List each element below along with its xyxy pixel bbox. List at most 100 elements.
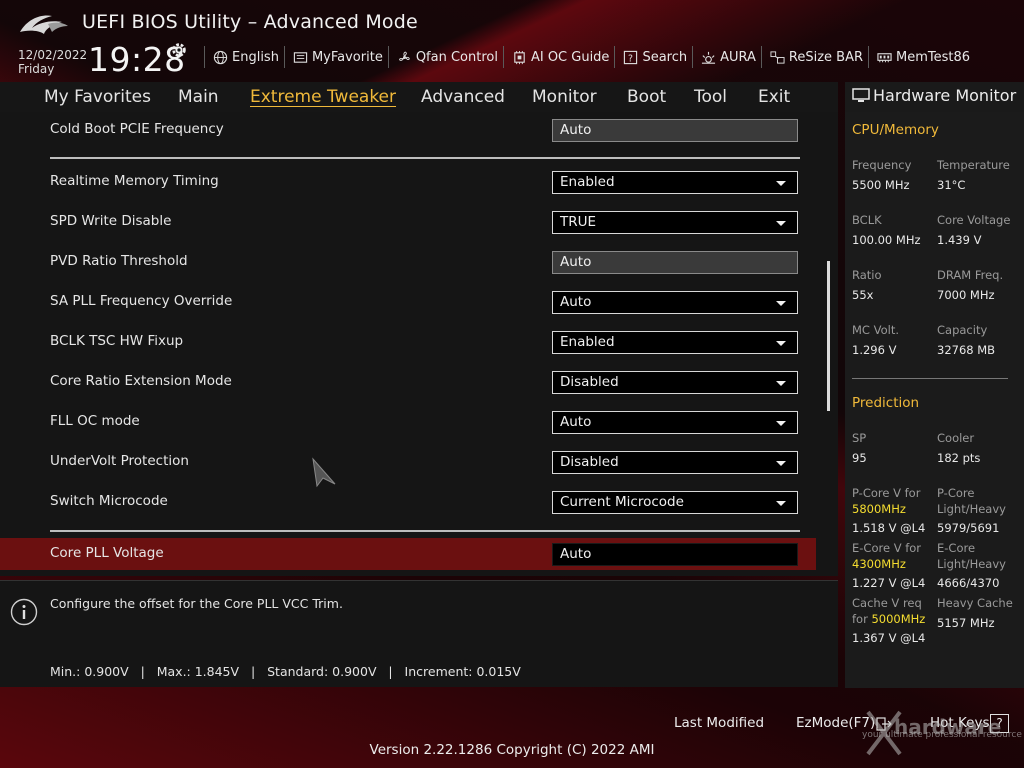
setting-dropdown[interactable]: Disabled (552, 451, 798, 474)
date-display: 12/02/2022 Friday (18, 48, 87, 76)
settings-panel: Cold Boot PCIE Frequency Auto Realtime M… (0, 112, 838, 576)
section-divider (50, 530, 800, 532)
footer: Last Modified EzMode(F7) Hot Keys ? hard… (0, 690, 1024, 768)
aura-light-icon (702, 51, 716, 64)
tab-advanced[interactable]: Advanced (421, 84, 505, 107)
globe-icon (213, 50, 228, 64)
hardware-monitor-panel: CPU/Memory Frequency 5500 MHz Temperature… (845, 112, 1024, 688)
hw-freq-highlight: 5000MHz (871, 611, 926, 626)
tab-extreme-tweaker[interactable]: Extreme Tweaker (250, 84, 396, 107)
tool-search-label: Search (642, 49, 688, 65)
setting-label: SPD Write Disable (50, 213, 172, 229)
setting-dropdown[interactable]: Disabled (552, 371, 798, 394)
setting-row-cold-boot-pcie-frequency[interactable]: Cold Boot PCIE Frequency Auto (0, 114, 816, 146)
date-text: 12/02/2022 (18, 48, 88, 62)
fan-icon (398, 51, 410, 61)
hw-core-voltage: Core Voltage 1.439 V (937, 213, 1010, 248)
prediction-title: Prediction (852, 395, 920, 411)
tool-aura[interactable]: AURA (692, 46, 761, 68)
setting-label: BCLK TSC HW Fixup (50, 333, 184, 349)
tool-resize-bar[interactable]: ReSize BAR (760, 46, 868, 68)
setting-row-fll-oc-mode[interactable]: FLL OC mode Auto (0, 406, 816, 438)
hw-value: 1.227 V @L4 (852, 576, 926, 590)
tool-memtest86-label: MemTest86 (896, 49, 971, 65)
hw-frequency: Frequency 5500 MHz (852, 158, 911, 193)
setting-input[interactable]: Auto (552, 543, 798, 566)
toolbar: English MyFavorite Qfan Control AI OC Gu… (204, 46, 975, 68)
hw-label: Capacity (937, 323, 988, 337)
day-text: Friday (18, 62, 55, 76)
setting-row-spd-write-disable[interactable]: SPD Write Disable TRUE (0, 206, 816, 238)
tool-qfan[interactable]: Qfan Control (387, 46, 503, 68)
watermark-text: your ultimate professional resource (862, 730, 1022, 740)
hw-ratio: Ratio 55x (852, 268, 882, 303)
tool-english[interactable]: English (204, 46, 284, 68)
setting-value-static: Auto (552, 119, 798, 142)
dropdown-caret-icon (776, 421, 786, 426)
setting-row-core-ratio-extension-mode[interactable]: Core Ratio Extension Mode Disabled (0, 366, 816, 398)
setting-dropdown[interactable]: Enabled (552, 331, 798, 354)
setting-dropdown[interactable]: Auto (552, 291, 798, 314)
hw-label: Temperature (937, 158, 1010, 172)
hw-pcore-v: P-Core V for 5800MHz 1.518 V @L4 (852, 486, 925, 537)
hw-ecore-light-heavy: E-Core Light/Heavy 4666/4370 (937, 541, 1006, 592)
tab-exit[interactable]: Exit (758, 84, 790, 107)
hw-value: 31°C (937, 177, 966, 192)
hw-value: 32768 MB (937, 342, 996, 357)
setting-row-undervolt-protection[interactable]: UnderVolt Protection Disabled (0, 446, 816, 478)
tab-my-favorites[interactable]: My Favorites (44, 84, 151, 107)
hw-label: DRAM Freq. (937, 268, 1004, 282)
setting-value-text: Disabled (560, 454, 619, 470)
setting-row-realtime-memory-timing[interactable]: Realtime Memory Timing Enabled (0, 166, 816, 198)
setting-value-text: Current Microcode (560, 494, 684, 510)
tab-monitor[interactable]: Monitor (532, 84, 597, 107)
dropdown-caret-icon (776, 501, 786, 506)
hw-bclk: BCLK 100.00 MHz (852, 213, 921, 248)
tool-myfavorite[interactable]: MyFavorite (283, 46, 388, 68)
hw-label: E-Core (937, 541, 976, 555)
search-help-icon: ? (624, 50, 638, 64)
setting-label: Realtime Memory Timing (50, 173, 219, 189)
tab-main[interactable]: Main (178, 84, 219, 107)
svg-text:?: ? (628, 53, 633, 64)
hw-capacity: Capacity 32768 MB (937, 323, 995, 358)
tab-boot[interactable]: Boot (627, 84, 666, 107)
scrollbar[interactable] (827, 261, 830, 411)
dropdown-caret-icon (776, 341, 786, 346)
setting-value-text: TRUE (560, 214, 597, 230)
setting-row-sa-pll-frequency-override[interactable]: SA PLL Frequency Override Auto (0, 286, 816, 318)
setting-dropdown[interactable]: Auto (552, 411, 798, 434)
hw-mc-volt: MC Volt. 1.296 V (852, 323, 899, 358)
tool-english-label: English (232, 49, 279, 65)
rog-logo-icon (20, 15, 68, 34)
last-modified-button[interactable]: Last Modified (674, 715, 764, 731)
tool-ai-oc-guide[interactable]: AI OC Guide (502, 46, 614, 68)
setting-label: UnderVolt Protection (50, 453, 189, 469)
hw-value: 1.439 V (937, 232, 982, 247)
hw-value: 1.367 V @L4 (852, 631, 926, 645)
setting-row-pvd-ratio-threshold[interactable]: PVD Ratio Threshold Auto (0, 246, 816, 278)
hw-value: 55x (852, 287, 874, 302)
setting-dropdown[interactable]: Enabled (552, 171, 798, 194)
dropdown-caret-icon (776, 461, 786, 466)
hw-freq-highlight: 4300MHz (852, 556, 906, 571)
tool-memtest86[interactable]: MemTest86 (868, 46, 975, 68)
hw-cache-v: Cache V req for 5000MHz 1.367 V @L4 (852, 596, 925, 647)
setting-label: Core PLL Voltage (50, 545, 164, 561)
setting-row-core-pll-voltage[interactable]: Core PLL Voltage Auto (0, 538, 816, 570)
hw-value: 100.00 MHz (852, 232, 921, 247)
setting-value-text: Auto (560, 294, 592, 310)
setting-label: FLL OC mode (50, 413, 140, 429)
cpu-memory-title: CPU/Memory (852, 122, 939, 138)
mouse-pointer-icon (312, 457, 336, 488)
tab-tool[interactable]: Tool (694, 84, 727, 107)
hw-dram-freq: DRAM Freq. 7000 MHz (937, 268, 1003, 303)
setting-row-bclk-tsc-hw-fixup[interactable]: BCLK TSC HW Fixup Enabled (0, 326, 816, 358)
setting-row-switch-microcode[interactable]: Switch Microcode Current Microcode (0, 486, 816, 518)
gear-icon[interactable] (170, 41, 188, 59)
setting-dropdown[interactable]: TRUE (552, 211, 798, 234)
hw-label-line: for 5000MHz (852, 612, 925, 628)
tool-resize-bar-label: ReSize BAR (788, 49, 864, 65)
setting-dropdown[interactable]: Current Microcode (552, 491, 798, 514)
tool-search[interactable]: ? Search (614, 46, 692, 68)
